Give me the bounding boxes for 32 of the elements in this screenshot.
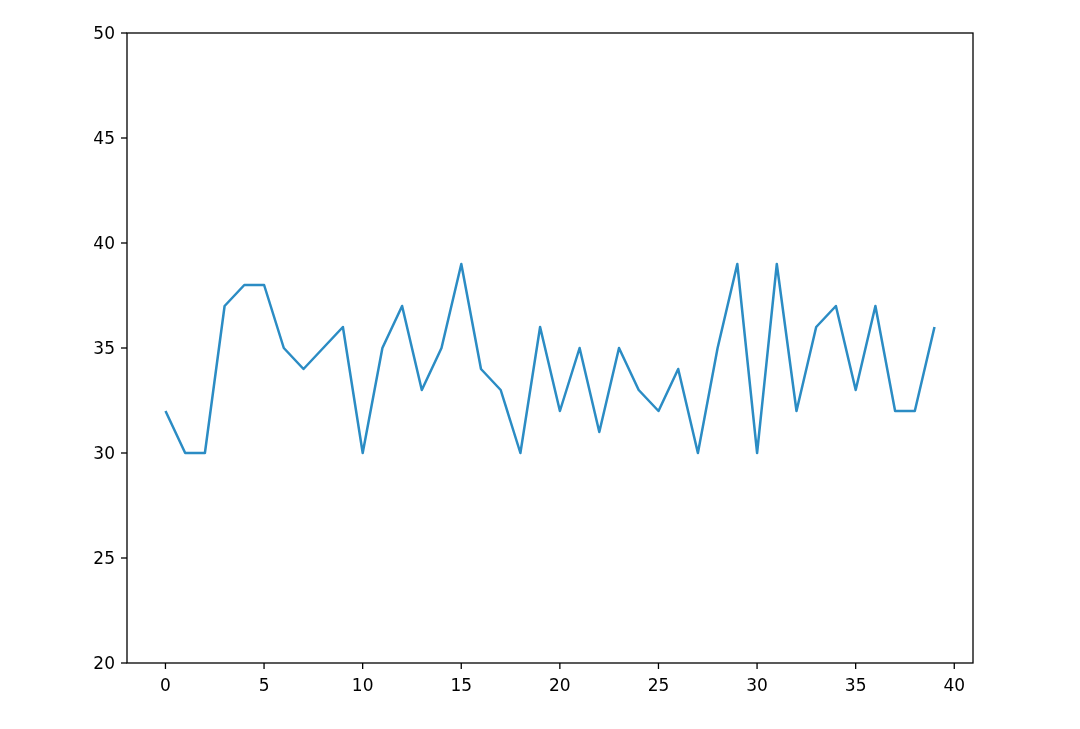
tick-mark [164,662,167,670]
tick-mark [120,347,128,349]
axis-tick-label: 30 [746,675,768,695]
tick-mark [120,137,128,139]
axis-tick-label: 0 [160,675,171,695]
tick-mark [120,557,128,559]
axis-tick-label: 25 [647,675,670,695]
axis-tick-label: 20 [93,653,115,673]
axis-tick-label: 30 [93,443,115,463]
axis-tick-label: 20 [549,675,571,695]
axis-tick-label: 25 [93,548,115,568]
tick-mark [120,242,128,244]
axis-tick-label: 35 [93,338,115,358]
tick-mark [362,662,364,670]
tick-mark [263,662,265,670]
axis-tick-label: 50 [93,23,115,43]
axis-tick-label: 15 [450,675,473,695]
tick-mark [120,452,128,454]
axis-tick-label: 40 [943,675,966,695]
tick-mark [953,662,955,670]
tick-mark [120,32,128,34]
axis-tick-label: 10 [351,675,374,695]
tick-mark [756,662,758,670]
axis-tick-label: 5 [258,675,270,695]
tick-mark [855,662,857,670]
axis-tick-label: 35 [844,675,867,695]
axis-tick-label: 45 [93,128,115,148]
tick-mark [120,662,128,664]
tick-mark [657,662,660,670]
tick-mark [559,662,561,670]
axis-tick-label: 40 [93,233,115,253]
tick-mark [460,662,462,670]
